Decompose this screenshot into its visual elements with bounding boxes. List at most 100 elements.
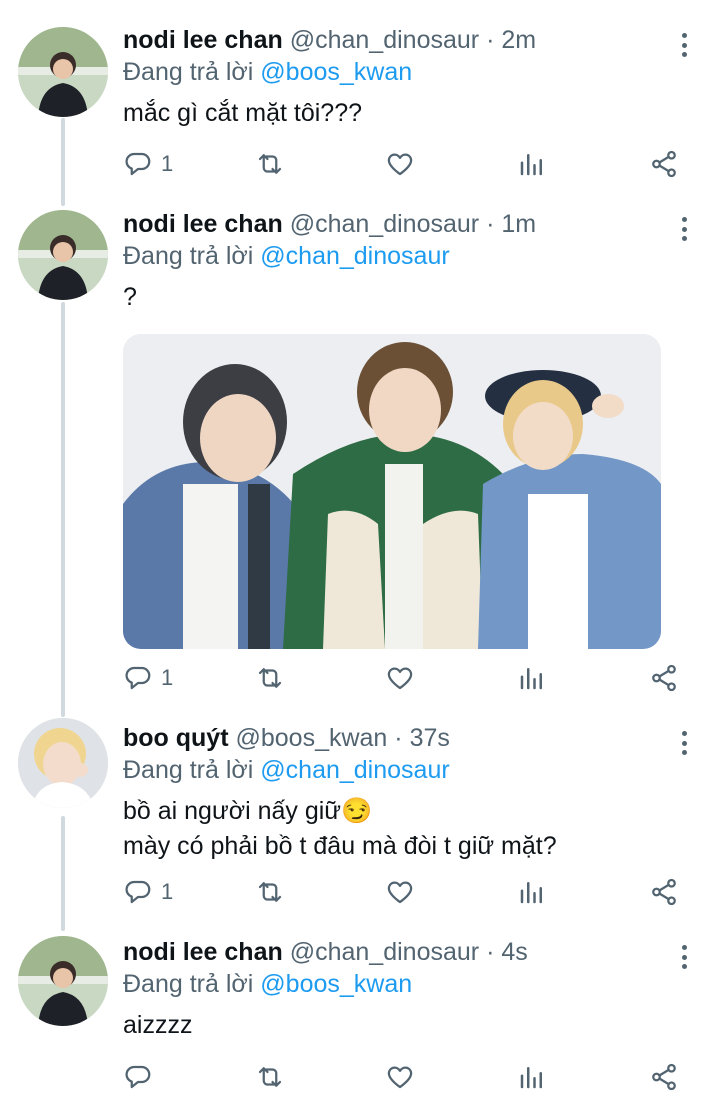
tweet-text: bồ ai người nấy giữ😏 mày có phải bồ t đâ… bbox=[123, 794, 696, 864]
reply-icon bbox=[125, 666, 151, 690]
reply-count: 1 bbox=[161, 879, 174, 904]
timestamp[interactable]: 4s bbox=[501, 938, 527, 966]
separator-dot: · bbox=[479, 938, 502, 966]
tweet-actions bbox=[123, 1059, 683, 1095]
replying-to-label: Đang trả lời bbox=[123, 970, 261, 998]
views-button[interactable] bbox=[517, 874, 547, 910]
display-name[interactable]: boo quýt bbox=[123, 724, 229, 752]
tweet-actions: 1 bbox=[123, 146, 683, 182]
timestamp[interactable]: 2m bbox=[501, 26, 536, 54]
retweet-icon bbox=[258, 668, 282, 688]
views-icon bbox=[520, 154, 542, 176]
separator-dot: · bbox=[479, 26, 502, 54]
display-name[interactable]: nodi lee chan bbox=[123, 938, 283, 966]
user-handle[interactable]: @boos_kwan bbox=[235, 724, 387, 752]
like-button[interactable] bbox=[385, 874, 415, 910]
heart-icon bbox=[387, 881, 413, 904]
tweet-text: mắc gì cắt mặt tôi??? bbox=[123, 96, 696, 131]
timestamp[interactable]: 1m bbox=[501, 210, 536, 238]
retweet-button[interactable] bbox=[255, 660, 285, 696]
share-icon bbox=[652, 1063, 676, 1091]
retweet-icon bbox=[258, 154, 282, 174]
heart-icon bbox=[387, 1066, 413, 1089]
more-icon[interactable] bbox=[672, 30, 696, 60]
replying-to: Đang trả lời @boos_kwan bbox=[123, 56, 696, 88]
more-icon[interactable] bbox=[672, 214, 696, 244]
reply-icon bbox=[125, 152, 151, 176]
like-button[interactable] bbox=[385, 660, 415, 696]
reply-button[interactable]: 1 bbox=[123, 146, 173, 182]
user-avatar bbox=[18, 936, 108, 1026]
share-icon bbox=[652, 664, 676, 692]
tweet-header: nodi lee chan @chan_dinosaur · 4s bbox=[123, 936, 696, 968]
retweet-icon bbox=[258, 882, 282, 902]
retweet-button[interactable] bbox=[255, 146, 285, 182]
replying-to: Đang trả lời @boos_kwan bbox=[123, 968, 696, 1000]
share-button[interactable] bbox=[649, 1059, 679, 1095]
replying-to: Đang trả lời @chan_dinosaur bbox=[123, 240, 696, 272]
user-handle[interactable]: @chan_dinosaur bbox=[290, 210, 479, 238]
share-button[interactable] bbox=[649, 146, 679, 182]
avatar[interactable] bbox=[18, 27, 108, 117]
more-icon[interactable] bbox=[672, 942, 696, 972]
avatar[interactable] bbox=[18, 718, 108, 808]
reply-button[interactable]: 1 bbox=[123, 660, 173, 696]
mention-link[interactable]: @chan_dinosaur bbox=[260, 756, 449, 784]
separator-dot: · bbox=[479, 210, 502, 238]
share-icon bbox=[652, 150, 676, 178]
reply-icon bbox=[125, 1065, 151, 1089]
share-button[interactable] bbox=[649, 660, 679, 696]
tweet-header: boo quýt @boos_kwan · 37s bbox=[123, 722, 696, 754]
group-photo-image bbox=[123, 334, 661, 649]
replying-to-label: Đang trả lời bbox=[123, 242, 261, 270]
replying-to: Đang trả lời @chan_dinosaur bbox=[123, 754, 696, 786]
retweet-button[interactable] bbox=[255, 874, 285, 910]
like-button[interactable] bbox=[385, 1059, 415, 1095]
tweet-text-line: mắc gì cắt mặt tôi??? bbox=[123, 99, 363, 127]
tweet-text-line: bồ ai người nấy giữ😏 bbox=[123, 797, 373, 825]
display-name[interactable]: nodi lee chan bbox=[123, 210, 283, 238]
views-icon bbox=[520, 1067, 542, 1089]
reply-button[interactable] bbox=[123, 1059, 161, 1095]
views-button[interactable] bbox=[517, 146, 547, 182]
heart-icon bbox=[387, 153, 413, 176]
share-button[interactable] bbox=[649, 874, 679, 910]
mention-link[interactable]: @chan_dinosaur bbox=[260, 242, 449, 270]
like-button[interactable] bbox=[385, 146, 415, 182]
share-icon bbox=[652, 878, 676, 906]
reply-count: 1 bbox=[161, 151, 174, 176]
tweet-media-photo[interactable] bbox=[123, 334, 661, 649]
timestamp[interactable]: 37s bbox=[410, 724, 450, 752]
user-avatar bbox=[18, 718, 108, 808]
tweet-header: nodi lee chan @chan_dinosaur · 1m bbox=[123, 208, 696, 240]
mention-link[interactable]: @boos_kwan bbox=[260, 58, 412, 86]
reply-button[interactable]: 1 bbox=[123, 874, 173, 910]
reply-count: 1 bbox=[161, 665, 174, 690]
views-icon bbox=[520, 882, 542, 904]
avatar[interactable] bbox=[18, 210, 108, 300]
replying-to-label: Đang trả lời bbox=[123, 756, 261, 784]
mention-link[interactable]: @boos_kwan bbox=[260, 970, 412, 998]
views-button[interactable] bbox=[517, 1059, 547, 1095]
separator-dot: · bbox=[387, 724, 410, 752]
tweet-actions: 1 bbox=[123, 660, 683, 696]
tweet-text-line: aizzzz bbox=[123, 1011, 193, 1039]
more-icon[interactable] bbox=[672, 728, 696, 758]
reply-icon bbox=[125, 880, 151, 904]
tweet-actions: 1 bbox=[123, 874, 683, 910]
display-name[interactable]: nodi lee chan bbox=[123, 26, 283, 54]
user-handle[interactable]: @chan_dinosaur bbox=[290, 26, 479, 54]
views-icon bbox=[520, 668, 542, 690]
tweet-text: ? bbox=[123, 280, 696, 315]
retweet-button[interactable] bbox=[255, 1059, 285, 1095]
tweet-text: aizzzz bbox=[123, 1008, 696, 1043]
views-button[interactable] bbox=[517, 660, 547, 696]
replying-to-label: Đang trả lời bbox=[123, 58, 261, 86]
tweet-text-line: mày có phải bồ t đâu mà đòi t giữ mặt? bbox=[123, 832, 557, 860]
heart-icon bbox=[387, 667, 413, 690]
user-avatar bbox=[18, 210, 108, 300]
avatar[interactable] bbox=[18, 936, 108, 1026]
retweet-icon bbox=[258, 1067, 282, 1087]
user-handle[interactable]: @chan_dinosaur bbox=[290, 938, 479, 966]
user-avatar bbox=[18, 27, 108, 117]
